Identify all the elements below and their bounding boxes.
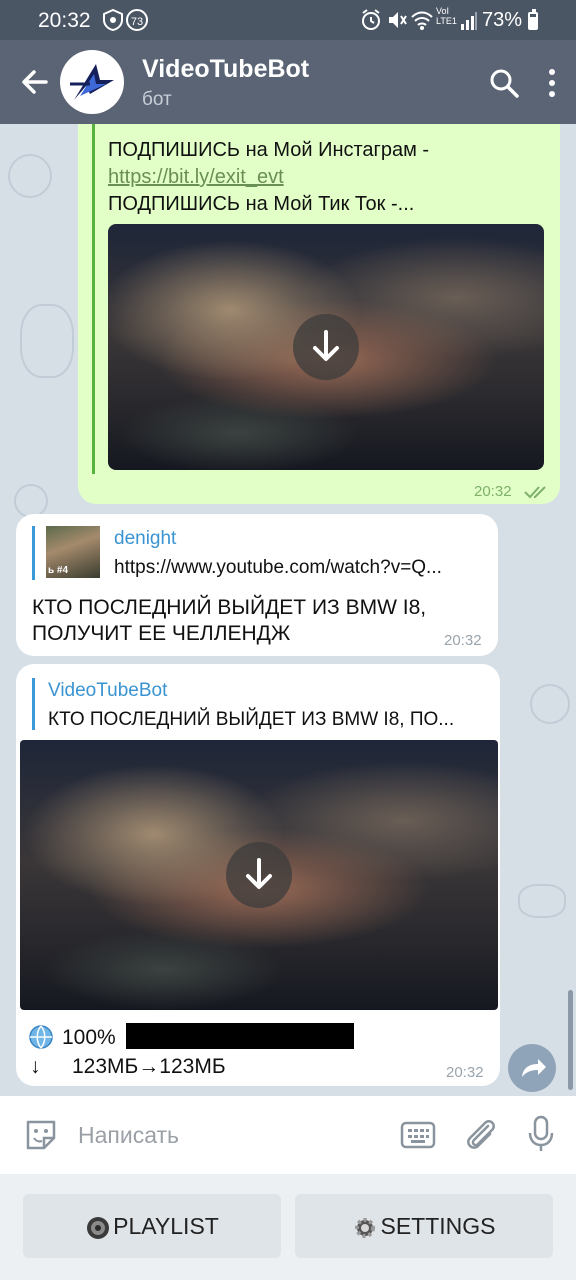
bot-keyboard-icon[interactable]	[400, 1121, 436, 1154]
message-text-line: ПОДПИШИСЬ на Мой Тик Ток -...	[108, 193, 415, 215]
incoming-video-message[interactable]: VideoTubeBot КТО ПОСЛЕДНИЙ ВЫЙДЕТ ИЗ BMW…	[16, 664, 500, 1086]
download-icon[interactable]	[226, 842, 292, 908]
alarm-icon	[360, 8, 382, 38]
message-input-bar: Написать	[0, 1096, 576, 1174]
background-doodle	[530, 684, 570, 724]
video-preview[interactable]	[108, 224, 544, 470]
download-arrow: ↓	[30, 1055, 41, 1078]
reply-author: VideoTubeBot	[48, 680, 168, 701]
scrollbar[interactable]	[568, 990, 573, 1090]
network-type-label: VoI LTE1	[436, 6, 457, 26]
message-text-line: ПОДПИШИСЬ на Мой Инстаграм -	[108, 139, 430, 161]
read-checks-icon	[524, 484, 550, 505]
settings-button[interactable]: SETTINGS	[295, 1194, 553, 1258]
signal-icon	[460, 8, 478, 38]
progress-text: 100%	[62, 1026, 116, 1049]
background-doodle	[20, 304, 74, 378]
playlist-label: PLAYLIST	[113, 1213, 219, 1239]
message-input[interactable]: Написать	[78, 1122, 179, 1149]
reply-line	[32, 678, 35, 730]
search-icon[interactable]	[488, 67, 520, 99]
chat-subtitle: бот	[142, 89, 172, 110]
outgoing-message[interactable]: ПОДПИШИСЬ на Мой Инстаграм - https://bit…	[78, 124, 560, 504]
battery-percent: 73%	[482, 9, 523, 31]
reply-thumbnail: ь #4	[46, 526, 100, 578]
size-text: 123МБ→123МБ	[72, 1055, 226, 1078]
playlist-button[interactable]: PLAYLIST	[23, 1194, 281, 1258]
share-icon[interactable]	[508, 1044, 556, 1092]
instagram-link[interactable]: https://bit.ly/exit_evt	[108, 166, 284, 189]
globe-icon	[28, 1024, 54, 1055]
shield-notification-icon	[102, 8, 124, 38]
wifi-icon	[410, 8, 434, 38]
status-time: 20:32	[38, 9, 91, 32]
message-text-line: КТО ПОСЛЕДНИЙ ВЫЙДЕТ ИЗ BMW I8,	[32, 596, 427, 619]
message-time: 20:32	[474, 483, 512, 500]
bot-avatar[interactable]	[60, 50, 124, 114]
chat-area[interactable]: ПОДПИШИСЬ на Мой Инстаграм - https://bit…	[0, 124, 576, 1096]
forward-line	[92, 124, 95, 474]
message-time: 20:32	[444, 632, 482, 649]
video-preview[interactable]	[20, 740, 498, 1010]
message-time: 20:32	[446, 1064, 484, 1081]
reply-author: denight	[114, 528, 177, 549]
chat-header: VideoTubeBot бот	[0, 40, 576, 124]
gear-icon	[355, 1217, 376, 1238]
reply-text: КТО ПОСЛЕДНИЙ ВЫЙДЕТ ИЗ BMW I8, ПО...	[48, 709, 455, 730]
battery-icon	[528, 9, 538, 30]
thumbnail-text: ь #4	[48, 565, 69, 576]
more-options-icon[interactable]	[540, 66, 564, 100]
background-doodle	[14, 484, 48, 518]
incoming-message[interactable]: ь #4 denight https://www.youtube.com/wat…	[16, 514, 498, 656]
bot-logo-icon	[70, 64, 114, 100]
bot-keyboard: PLAYLIST SETTINGS	[0, 1174, 576, 1280]
emoji-sticker-icon[interactable]	[22, 1116, 60, 1159]
message-text-line: ПОЛУЧИТ ЕЕ ЧЕЛЛЕНДЖ	[32, 622, 291, 645]
settings-label: SETTINGS	[380, 1213, 496, 1239]
reply-text: https://www.youtube.com/watch?v=Q...	[114, 557, 442, 578]
redacted-bar	[126, 1023, 354, 1049]
back-arrow-icon[interactable]	[16, 62, 56, 102]
attach-icon[interactable]	[462, 1116, 498, 1159]
background-doodle	[8, 154, 52, 198]
mute-icon	[386, 8, 408, 38]
chat-title[interactable]: VideoTubeBot	[142, 55, 309, 84]
microphone-icon[interactable]	[526, 1114, 556, 1159]
playlist-disc-icon	[87, 1216, 110, 1239]
download-icon[interactable]	[293, 314, 359, 380]
status-bar: 20:32 73 VoI LTE1 73%	[0, 0, 576, 40]
reply-line	[32, 526, 35, 580]
notification-count-badge: 73	[126, 9, 148, 31]
background-doodle	[518, 884, 566, 918]
